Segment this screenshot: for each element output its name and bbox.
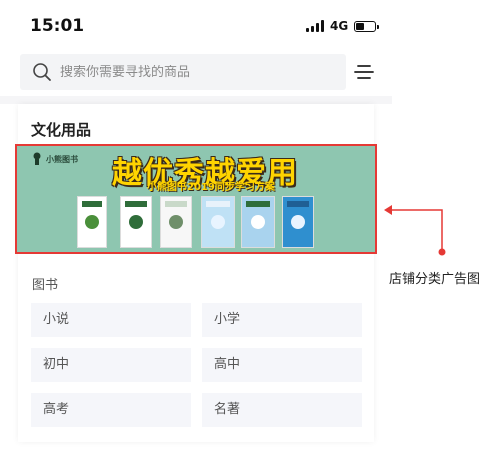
network-type: 4G [330, 19, 349, 33]
book-cover [160, 196, 192, 248]
section-title: 文化用品 [31, 121, 92, 139]
section-divider [0, 96, 392, 104]
category-chip[interactable]: 小学 [202, 303, 362, 337]
book-cover [201, 196, 235, 248]
book-cover [241, 196, 275, 248]
status-bar: 15:01 4G [0, 0, 392, 48]
banner-subline: 小熊图书2019同步学习方案 [147, 182, 275, 193]
signal-icon [306, 20, 324, 32]
battery-icon [354, 20, 380, 32]
category-chip[interactable]: 高中 [202, 348, 362, 382]
status-indicators: 4G [306, 18, 380, 34]
banner-logo: 小熊图书 [31, 152, 78, 166]
search-row [20, 54, 380, 90]
arrow-icon [384, 205, 446, 256]
category-banner[interactable]: 小熊图书 越优秀越爱用 小熊图书2019同步学习方案 [15, 144, 377, 254]
search-input[interactable] [60, 64, 320, 80]
category-card: 文化用品 小熊图书 越优秀越爱用 小熊图书2019同步学习方案 图书 小说 小学… [15, 104, 377, 442]
book-cover [120, 196, 152, 248]
book-cover [282, 196, 314, 248]
category-chip[interactable]: 小说 [31, 303, 191, 337]
status-time: 15:01 [30, 16, 85, 36]
book-cover [77, 196, 107, 248]
category-chip[interactable]: 名著 [202, 393, 362, 427]
search-icon [33, 63, 51, 81]
menu-icon[interactable] [353, 61, 375, 83]
banner-logo-text: 小熊图书 [46, 154, 78, 164]
bear-logo-icon [33, 152, 41, 165]
phone-screen: 15:01 4G 文化用品 [0, 0, 392, 472]
search-box[interactable] [20, 54, 346, 90]
category-chip[interactable]: 高考 [31, 393, 191, 427]
category-chip[interactable]: 初中 [31, 348, 191, 382]
annotation-label: 店铺分类广告图 [389, 272, 481, 287]
category-label: 图书 [32, 278, 59, 293]
